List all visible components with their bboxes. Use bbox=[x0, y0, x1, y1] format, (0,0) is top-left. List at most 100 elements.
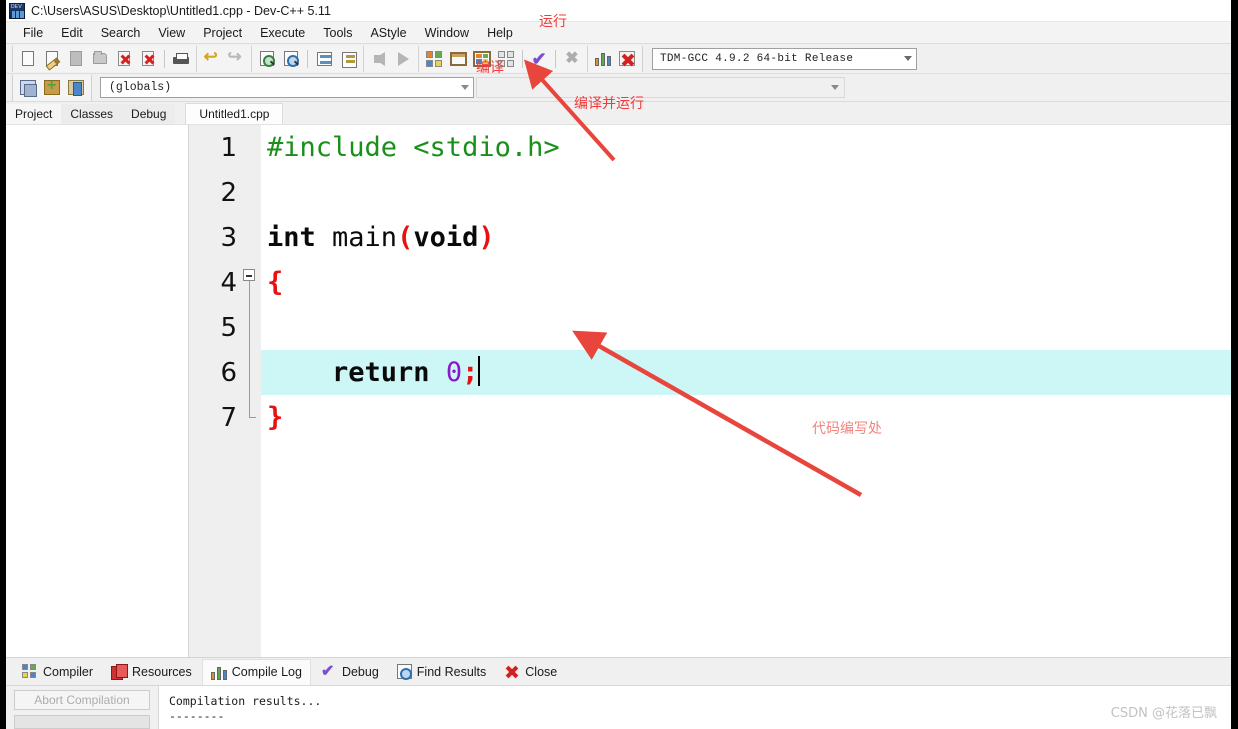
close-file-button[interactable] bbox=[112, 48, 136, 70]
save-icon bbox=[70, 51, 82, 66]
rebuild-all-button[interactable] bbox=[494, 48, 518, 70]
profile-button[interactable] bbox=[591, 48, 615, 70]
member-select[interactable] bbox=[476, 77, 845, 98]
save-all-button[interactable] bbox=[88, 48, 112, 70]
delete-profile-button[interactable] bbox=[615, 48, 639, 70]
line-number: 4 bbox=[220, 267, 237, 298]
menu-astyle[interactable]: AStyle bbox=[361, 24, 415, 42]
code-line-1[interactable]: 1 #include <stdio.h> bbox=[189, 125, 1231, 170]
title-bar: C:\Users\ASUS\Desktop\Untitled1.cpp - De… bbox=[6, 0, 1231, 22]
bottom-tab-compiler[interactable]: Compiler bbox=[14, 659, 101, 685]
menu-edit[interactable]: Edit bbox=[52, 24, 92, 42]
scope-select[interactable]: (globals) bbox=[100, 77, 474, 98]
menu-execute[interactable]: Execute bbox=[251, 24, 314, 42]
code-line-6[interactable]: 6 return 0; bbox=[189, 350, 1231, 395]
devcpp-window: C:\Users\ASUS\Desktop\Untitled1.cpp - De… bbox=[0, 0, 1238, 729]
profile-toolbar-group bbox=[587, 45, 643, 72]
redo-button[interactable] bbox=[224, 47, 248, 70]
open-file-button[interactable] bbox=[40, 48, 64, 70]
arrow-right-icon bbox=[397, 51, 409, 66]
new-window-button[interactable] bbox=[16, 77, 40, 99]
syntax-check-button[interactable]: ✔ bbox=[527, 48, 551, 70]
grid-icon bbox=[22, 664, 38, 679]
fold-column bbox=[241, 215, 261, 260]
line-number: 7 bbox=[220, 402, 237, 433]
window-toolbar-group bbox=[12, 74, 92, 101]
fold-column bbox=[241, 395, 261, 440]
print-icon bbox=[173, 52, 189, 65]
line-number: 2 bbox=[220, 177, 237, 208]
bottom-tab-close[interactable]: Close bbox=[496, 659, 565, 685]
sidebar-tab-project[interactable]: Project bbox=[6, 104, 62, 124]
arrow-left-icon bbox=[373, 51, 385, 66]
text-caret bbox=[478, 356, 481, 386]
check-icon: ✔ bbox=[320, 663, 335, 680]
code-line-4[interactable]: 4 { bbox=[189, 260, 1231, 305]
code-line-3[interactable]: 3 int main(void) bbox=[189, 215, 1231, 260]
chevron-down-icon bbox=[831, 85, 839, 90]
tab-strip: Project Classes Debug Untitled1.cpp bbox=[6, 102, 1231, 124]
fold-toggle-icon[interactable] bbox=[243, 269, 255, 281]
back-button[interactable] bbox=[367, 48, 391, 70]
goto-function-button[interactable] bbox=[336, 48, 360, 70]
fold-column bbox=[241, 350, 261, 395]
toggle-panel-button[interactable] bbox=[64, 77, 88, 99]
stop-icon: ✖ bbox=[565, 49, 579, 67]
forward-button[interactable] bbox=[391, 48, 415, 70]
grid-colored-icon bbox=[426, 50, 442, 67]
devcpp-app-icon bbox=[9, 2, 25, 19]
watermark: CSDN @花落已飘 bbox=[1110, 706, 1217, 721]
redo-icon bbox=[228, 47, 245, 67]
line-number: 1 bbox=[220, 132, 237, 163]
code-line-7[interactable]: 7 } bbox=[189, 395, 1231, 440]
toolbar-separator-2 bbox=[307, 49, 308, 68]
compile-log-output[interactable]: Compilation results... -------- CSDN @花落… bbox=[158, 686, 1231, 729]
resources-icon bbox=[111, 664, 129, 680]
undo-button[interactable] bbox=[200, 47, 224, 70]
menu-search[interactable]: Search bbox=[92, 24, 150, 42]
fold-column bbox=[241, 170, 261, 215]
compile-and-run-button[interactable] bbox=[470, 48, 494, 70]
toolbar-separator bbox=[164, 49, 165, 68]
bottom-tab-debug[interactable]: ✔ Debug bbox=[313, 659, 387, 685]
code-line-2[interactable]: 2 bbox=[189, 170, 1231, 215]
bottom-tab-compile-log[interactable]: Compile Log bbox=[201, 658, 311, 685]
line-text: } bbox=[267, 402, 284, 433]
close-all-button[interactable] bbox=[136, 48, 160, 70]
replace-button[interactable] bbox=[279, 48, 303, 70]
line-number: 6 bbox=[220, 357, 237, 388]
goto-line-button[interactable] bbox=[312, 48, 336, 70]
save-file-button[interactable] bbox=[64, 48, 88, 70]
compiler-select[interactable]: TDM-GCC 4.9.2 64-bit Release bbox=[652, 47, 917, 70]
menu-file[interactable]: File bbox=[14, 24, 52, 42]
menu-view[interactable]: View bbox=[149, 24, 194, 42]
project-panel[interactable] bbox=[6, 124, 189, 657]
bottom-tab-label: Find Results bbox=[416, 664, 487, 679]
abort-compilation-button[interactable]: Abort Compilation bbox=[14, 690, 150, 711]
log-line-2: -------- bbox=[169, 709, 225, 723]
editor-tab-untitled1[interactable]: Untitled1.cpp bbox=[185, 103, 284, 124]
print-button[interactable] bbox=[169, 48, 193, 70]
menu-bar: File Edit Search View Project Execute To… bbox=[6, 22, 1231, 44]
find-button[interactable] bbox=[255, 48, 279, 70]
fold-column[interactable] bbox=[241, 260, 261, 305]
sidebar-tab-classes[interactable]: Classes bbox=[61, 104, 123, 124]
menu-window[interactable]: Window bbox=[416, 24, 478, 42]
fold-column bbox=[241, 125, 261, 170]
sidebar-tab-debug[interactable]: Debug bbox=[122, 104, 176, 124]
toolbar-separator-4 bbox=[555, 49, 556, 68]
new-file-button[interactable] bbox=[16, 48, 40, 70]
run-button[interactable] bbox=[446, 48, 470, 70]
code-line-5[interactable]: 5 bbox=[189, 305, 1231, 350]
bottom-tab-label: Compiler bbox=[43, 664, 94, 679]
bottom-tab-find-results[interactable]: Find Results bbox=[389, 659, 494, 685]
bottom-tab-resources[interactable]: Resources bbox=[103, 659, 200, 685]
menu-project[interactable]: Project bbox=[194, 24, 251, 42]
add-to-project-button[interactable] bbox=[40, 77, 64, 99]
code-editor[interactable]: 1 #include <stdio.h> 2 3 int main(void) … bbox=[189, 124, 1231, 657]
stop-execution-button[interactable]: ✖ bbox=[560, 48, 584, 70]
compiler-select-value: TDM-GCC 4.9.2 64-bit Release bbox=[660, 52, 854, 65]
menu-help[interactable]: Help bbox=[478, 24, 522, 42]
menu-tools[interactable]: Tools bbox=[314, 24, 361, 42]
compile-button[interactable] bbox=[422, 48, 446, 70]
